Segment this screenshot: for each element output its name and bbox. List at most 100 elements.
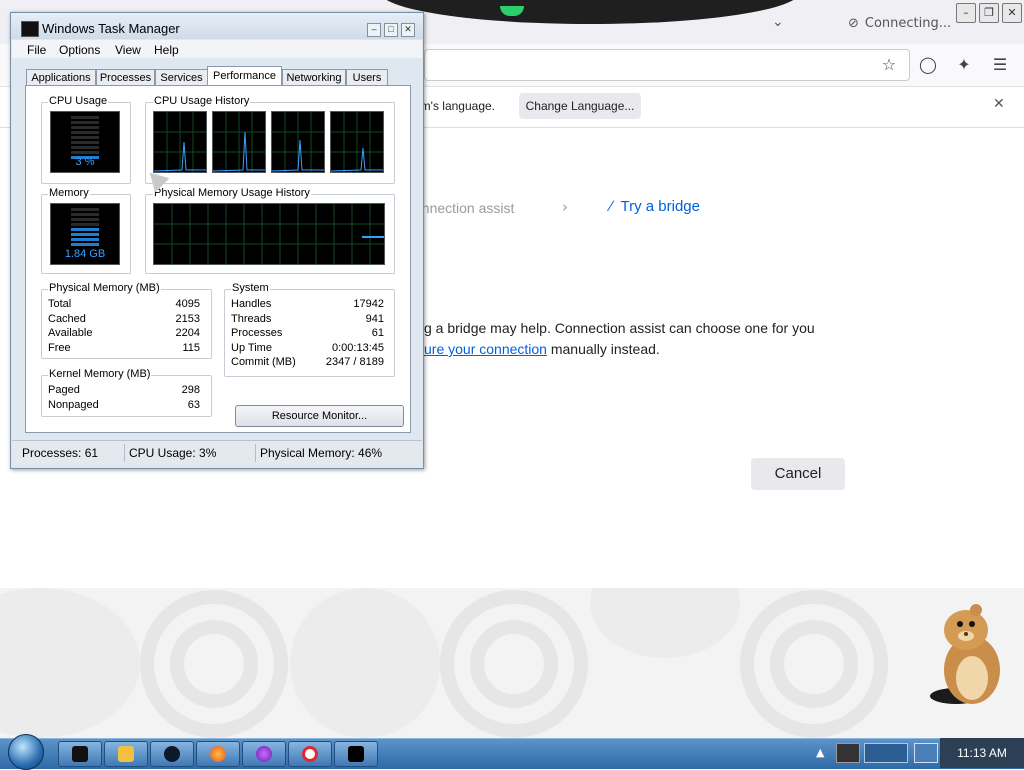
system-handles-value: 17942 xyxy=(353,298,384,310)
no-connection-icon: ⊘ xyxy=(848,15,859,31)
change-language-button[interactable]: Change Language... xyxy=(519,93,641,119)
status-cpu: CPU Usage: 3% xyxy=(129,446,217,460)
tray-expand-icon[interactable]: ▲ xyxy=(816,746,824,759)
taskbar-tor-browser[interactable] xyxy=(242,741,286,767)
status-separator xyxy=(124,444,125,462)
start-button[interactable] xyxy=(8,734,44,770)
status-separator xyxy=(255,444,256,462)
taskbar-task-manager[interactable] xyxy=(334,741,378,767)
kernel-memory-nonpaged-value: 63 xyxy=(187,399,200,411)
cpu-usage-label: CPU Usage xyxy=(48,95,109,107)
status-memory: Physical Memory: 46% xyxy=(260,446,383,460)
decorative-background xyxy=(0,588,1024,738)
taskbar-media-player[interactable] xyxy=(104,741,148,767)
close-button[interactable]: ✕ xyxy=(401,23,415,37)
close-button[interactable]: ✕ xyxy=(1002,3,1022,23)
physical-memory-free-value: 115 xyxy=(182,342,200,354)
tab-networking[interactable]: Networking xyxy=(282,69,346,86)
physical-memory-total-value: 4095 xyxy=(175,298,200,310)
system-tray: ▲ xyxy=(812,741,942,765)
taskbar-command-window[interactable] xyxy=(58,741,102,767)
kernel-memory-label: Kernel Memory (MB) xyxy=(48,368,152,380)
status-bar: Processes: 61 CPU Usage: 3% Physical Mem… xyxy=(12,440,422,465)
physical-memory-available-value: 2204 xyxy=(175,327,200,339)
system-processes-label: Processes xyxy=(231,327,283,339)
tab-users[interactable]: Users xyxy=(346,69,388,86)
performance-panel: CPU Usage 3 % CPU Usage History Memory 1… xyxy=(25,85,411,433)
tray-app-icon[interactable] xyxy=(864,743,908,763)
resource-monitor-button[interactable]: Resource Monitor... xyxy=(235,405,404,427)
tor-browser-icon xyxy=(256,746,272,762)
cancel-button[interactable]: Cancel xyxy=(751,458,845,490)
bridge-icon: ∕ xyxy=(610,198,613,215)
physical-memory-cached-label: Cached xyxy=(48,313,86,325)
language-message: em's language. xyxy=(414,99,496,113)
menu-options[interactable]: Options xyxy=(59,43,100,57)
connection-status-label: Connecting... xyxy=(864,15,952,31)
kernel-memory-paged-label: Paged xyxy=(48,384,80,396)
cpu-history-graph-core1 xyxy=(153,111,207,173)
task-manager-window[interactable]: Windows Task Manager – □ ✕ File Options … xyxy=(10,12,424,469)
connection-status: ⊘ Connecting... xyxy=(848,14,951,32)
taskbar-opera[interactable] xyxy=(288,741,332,767)
taskbar-black-orb-app[interactable] xyxy=(150,741,194,767)
close-icon[interactable]: ✕ xyxy=(993,96,1005,112)
physical-memory-available-label: Available xyxy=(48,327,93,339)
body-text-suffix: manually instead. xyxy=(546,341,660,357)
menu-view[interactable]: View xyxy=(115,43,141,57)
media-player-icon xyxy=(118,746,134,762)
body-text-line1: g a bridge may help. Connection assist c… xyxy=(424,320,815,336)
kernel-memory-paged-value: 298 xyxy=(181,384,200,396)
system-commit-value: 2347 / 8189 xyxy=(325,356,384,368)
system-uptime-label: Up Time xyxy=(231,342,272,354)
system-processes-value: 61 xyxy=(371,327,384,339)
configure-connection-link[interactable]: ure your connection xyxy=(424,341,547,357)
tab-processes[interactable]: Processes xyxy=(96,69,155,86)
menu-file[interactable]: File xyxy=(27,43,46,57)
minimize-button[interactable]: – xyxy=(956,3,976,23)
url-bar[interactable] xyxy=(424,49,910,81)
body-text-line2: ure your connection manually instead. xyxy=(424,341,660,357)
task-manager-titlebar[interactable]: Windows Task Manager – □ ✕ xyxy=(11,13,423,39)
system-threads-label: Threads xyxy=(231,313,272,325)
hamburger-menu-icon[interactable]: ☰ xyxy=(989,54,1011,76)
physical-memory-label: Physical Memory (MB) xyxy=(48,282,161,294)
shield-icon[interactable]: ◯ xyxy=(917,54,939,76)
breadcrumb-try-bridge[interactable]: ∕ Try a bridge xyxy=(610,198,700,215)
network-icon[interactable] xyxy=(836,743,860,763)
physical-memory-total-label: Total xyxy=(48,298,72,310)
task-manager-icon xyxy=(21,21,39,37)
star-icon[interactable]: ☆ xyxy=(878,54,900,76)
cpu-usage-value: 3 % xyxy=(75,156,95,168)
memory-meter: 1.84 GB xyxy=(50,203,120,265)
restore-button[interactable]: ❐ xyxy=(979,3,999,23)
chevron-right-icon: › xyxy=(562,198,568,216)
firefox-icon xyxy=(210,746,226,762)
memory-history-label: Physical Memory Usage History xyxy=(153,187,311,199)
menu-help[interactable]: Help xyxy=(154,43,179,57)
physical-memory-cached-value: 2153 xyxy=(175,313,200,325)
system-threads-value: 941 xyxy=(365,313,384,325)
window-title: Windows Task Manager xyxy=(42,21,180,36)
task-manager-taskbar-icon xyxy=(348,746,364,762)
tab-services[interactable]: Services xyxy=(155,69,208,86)
dark-orb-icon xyxy=(164,746,180,762)
taskbar-firefox[interactable] xyxy=(196,741,240,767)
opera-icon xyxy=(302,746,318,762)
magic-wand-icon[interactable]: ✦ xyxy=(953,54,975,76)
minimize-button[interactable]: – xyxy=(367,23,381,37)
menu-bar: File Options View Help xyxy=(12,40,422,58)
tab-performance[interactable]: Performance xyxy=(207,66,282,87)
system-handles-label: Handles xyxy=(231,298,272,310)
cpu-history-graph-core4 xyxy=(330,111,384,173)
restore-button[interactable]: □ xyxy=(384,23,398,37)
hamster-mascot xyxy=(930,604,1000,704)
cpu-history-graph-core2 xyxy=(212,111,266,173)
chevron-down-icon[interactable]: ⌄ xyxy=(772,14,784,30)
volume-icon[interactable] xyxy=(914,743,938,763)
breadcrumb-connection-assist[interactable]: onnection assist xyxy=(414,200,514,216)
system-uptime-value: 0:00:13:45 xyxy=(332,342,384,354)
tab-applications[interactable]: Applications xyxy=(26,69,96,86)
memory-value: 1.84 GB xyxy=(64,248,106,260)
taskbar-clock[interactable]: 11:13 AM xyxy=(940,738,1024,768)
